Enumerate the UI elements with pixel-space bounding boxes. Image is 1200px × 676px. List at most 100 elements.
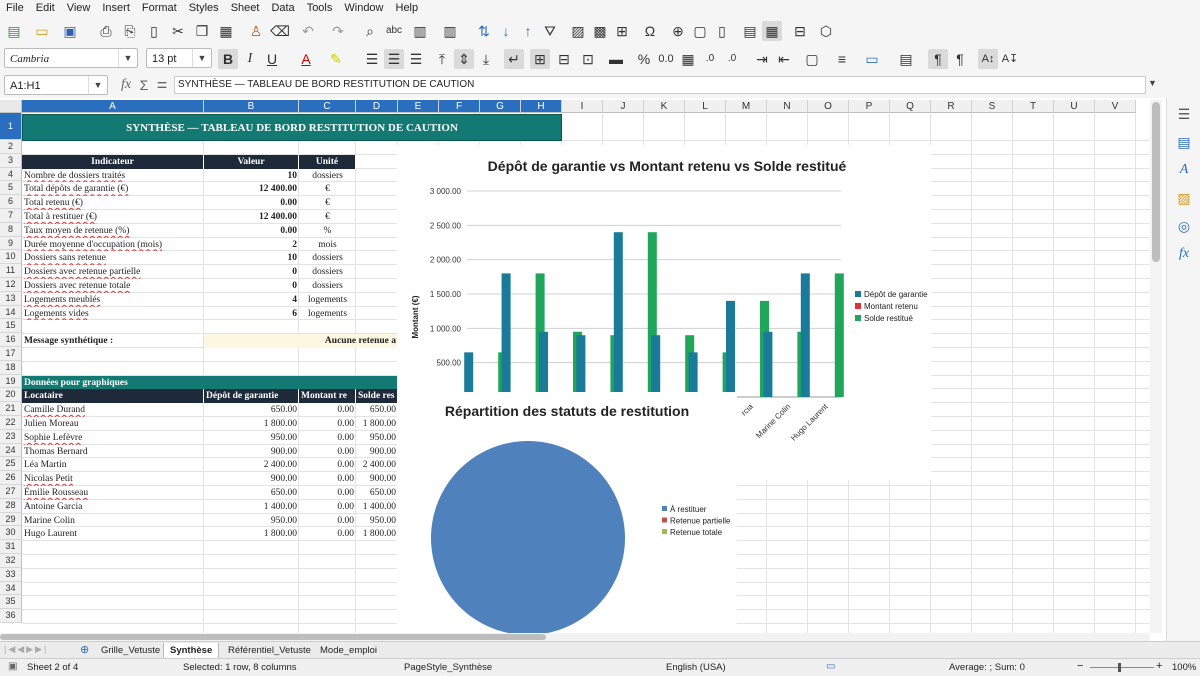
zoom-out-icon[interactable]: − <box>1077 660 1083 672</box>
indicator-value-cell[interactable]: 2 <box>204 238 299 252</box>
chevron-down-icon[interactable]: ▼ <box>118 49 137 67</box>
amount-cell[interactable]: 950.00 <box>204 514 299 528</box>
row-header[interactable]: 17 <box>0 347 22 361</box>
row-header[interactable]: 3 <box>0 153 22 168</box>
column-header[interactable]: M <box>726 100 767 113</box>
row-header[interactable]: 7 <box>0 209 22 223</box>
amount-cell[interactable]: 0.00 <box>299 458 356 472</box>
menu-styles[interactable]: Styles <box>183 0 225 14</box>
sort-descending-icon[interactable]: ↑ <box>518 21 538 41</box>
summary-header-cell[interactable]: Unité <box>299 154 356 169</box>
navigator-icon[interactable]: ◎ <box>1175 218 1193 236</box>
show-draw-functions-icon[interactable]: ⬡ <box>816 21 836 41</box>
conditional-format-icon[interactable]: ▤ <box>896 49 916 69</box>
expand-formula-icon[interactable]: ▼ <box>1148 78 1157 88</box>
amount-cell[interactable]: 900.00 <box>356 445 398 459</box>
menu-insert[interactable]: Insert <box>96 0 136 14</box>
column-header[interactable]: L <box>685 100 726 113</box>
row-header[interactable]: 15 <box>0 319 22 334</box>
indicator-label-cell[interactable]: Dossiers sans retenue <box>22 251 204 265</box>
amount-cell[interactable]: 900.00 <box>204 472 299 486</box>
graph-table-header-cell[interactable]: Locataire <box>22 389 204 404</box>
amount-cell[interactable]: 0.00 <box>299 445 356 459</box>
indicator-label-cell[interactable]: Dossiers avec retenue totale <box>22 279 204 293</box>
summary-header-cell[interactable]: Indicateur <box>22 154 204 169</box>
hyperlink-icon[interactable]: ⊕ <box>668 21 688 41</box>
borders-icon[interactable]: ▢ <box>802 49 822 69</box>
column-header[interactable]: I <box>562 100 603 113</box>
freeze-rows-columns-icon[interactable]: ▦ <box>762 21 782 41</box>
find-replace-icon[interactable]: ⌕ <box>360 21 380 41</box>
function-wizard-icon[interactable]: fx <box>116 75 136 95</box>
amount-cell[interactable]: 1 400.00 <box>356 500 398 514</box>
indicator-unit-cell[interactable]: dossiers <box>299 251 356 265</box>
indicator-unit-cell[interactable]: dossiers <box>299 169 356 183</box>
row-header[interactable]: 4 <box>0 167 22 182</box>
indicator-label-cell[interactable]: Taux moyen de retenue (%) <box>22 224 204 238</box>
amount-cell[interactable]: 0.00 <box>299 514 356 528</box>
indicator-value-cell[interactable]: 0.00 <box>204 224 299 238</box>
indicator-value-cell[interactable]: 0.00 <box>204 196 299 210</box>
formula-input[interactable]: SYNTHÈSE — TABLEAU DE BORD RESTITUTION D… <box>174 76 1146 94</box>
date-format-icon[interactable]: ▦ <box>678 49 698 69</box>
column-header[interactable]: T <box>1013 100 1054 113</box>
align-left-icon[interactable]: ☰ <box>362 49 382 69</box>
tab-grille-vetuste[interactable]: Grille_Vetuste <box>95 643 166 658</box>
merge-cells-icon[interactable]: ⊡ <box>578 49 598 69</box>
row-header[interactable]: 2 <box>0 140 22 154</box>
summary-header-cell[interactable]: Valeur <box>204 154 299 169</box>
bold-button[interactable]: B <box>218 49 238 69</box>
amount-cell[interactable]: 950.00 <box>356 514 398 528</box>
hamburger-menu-icon[interactable]: ☰ <box>1175 106 1193 124</box>
indicator-unit-cell[interactable]: % <box>299 224 356 238</box>
indicator-label-cell[interactable]: Total retenu (€) <box>22 196 204 210</box>
tenant-name-cell[interactable]: Thomas Bernard <box>22 445 204 459</box>
merge-center-icon[interactable]: ⊞ <box>530 49 550 69</box>
indicator-unit-cell[interactable]: € <box>299 182 356 196</box>
amount-cell[interactable]: 1 800.00 <box>356 417 398 431</box>
column-header[interactable]: O <box>808 100 849 113</box>
currency-format-icon[interactable]: ▬ <box>606 49 626 69</box>
amount-cell[interactable]: 1 400.00 <box>204 500 299 514</box>
selection-mode-icon[interactable]: ▭ <box>826 661 835 672</box>
copy-icon[interactable]: ❐ <box>192 21 212 41</box>
decrease-indent-icon[interactable]: ⇤ <box>774 49 794 69</box>
print-preview-icon[interactable]: ▯ <box>144 21 164 41</box>
amount-cell[interactable]: 2 400.00 <box>204 458 299 472</box>
amount-cell[interactable]: 900.00 <box>356 472 398 486</box>
align-middle-icon[interactable]: ⇕ <box>454 49 474 69</box>
border-color-icon[interactable]: ▭ <box>862 49 882 69</box>
indicator-unit-cell[interactable]: dossiers <box>299 279 356 293</box>
define-print-area-icon[interactable]: ▤ <box>740 21 760 41</box>
open-icon[interactable]: ▭ <box>32 21 52 41</box>
tenant-name-cell[interactable]: Sophie Lefèvre <box>22 431 204 445</box>
indicator-value-cell[interactable]: 4 <box>204 293 299 307</box>
amount-cell[interactable]: 0.00 <box>299 417 356 431</box>
tenant-name-cell[interactable]: Camille Durand <box>22 403 204 417</box>
column-icon[interactable]: ▥ <box>440 21 460 41</box>
row-header[interactable]: 10 <box>0 250 22 265</box>
row-header[interactable]: 14 <box>0 305 22 320</box>
functions-icon[interactable]: fx <box>1175 246 1193 264</box>
horizontal-scrollbar[interactable] <box>0 633 1150 641</box>
indicator-value-cell[interactable]: 12 400.00 <box>204 182 299 196</box>
amount-cell[interactable]: 0.00 <box>299 527 356 541</box>
tab-navigation-arrows-icon[interactable]: |◀◀▶▶| <box>4 644 48 655</box>
row-header[interactable]: 6 <box>0 195 22 209</box>
insert-chart-icon[interactable]: ▩ <box>590 21 610 41</box>
column-header[interactable]: Q <box>890 100 931 113</box>
amount-cell[interactable]: 950.00 <box>204 431 299 445</box>
indicator-label-cell[interactable]: Durée moyenne d'occupation (mois) <box>22 238 204 252</box>
language-status[interactable]: English (USA) <box>666 662 726 673</box>
save-icon[interactable]: ▣ <box>60 21 80 41</box>
row-header[interactable]: 22 <box>0 416 22 430</box>
row-header[interactable]: 25 <box>0 457 22 472</box>
bar-0-6[interactable] <box>688 352 698 397</box>
vertical-text-icon[interactable]: A↧ <box>1000 49 1020 69</box>
clone-formatting-icon[interactable]: ♙ <box>246 21 266 41</box>
column-header[interactable]: A <box>22 100 204 113</box>
row-header[interactable]: 21 <box>0 402 22 416</box>
amount-cell[interactable]: 950.00 <box>356 431 398 445</box>
column-header[interactable]: C <box>299 100 356 113</box>
row-header[interactable]: 27 <box>0 485 22 499</box>
